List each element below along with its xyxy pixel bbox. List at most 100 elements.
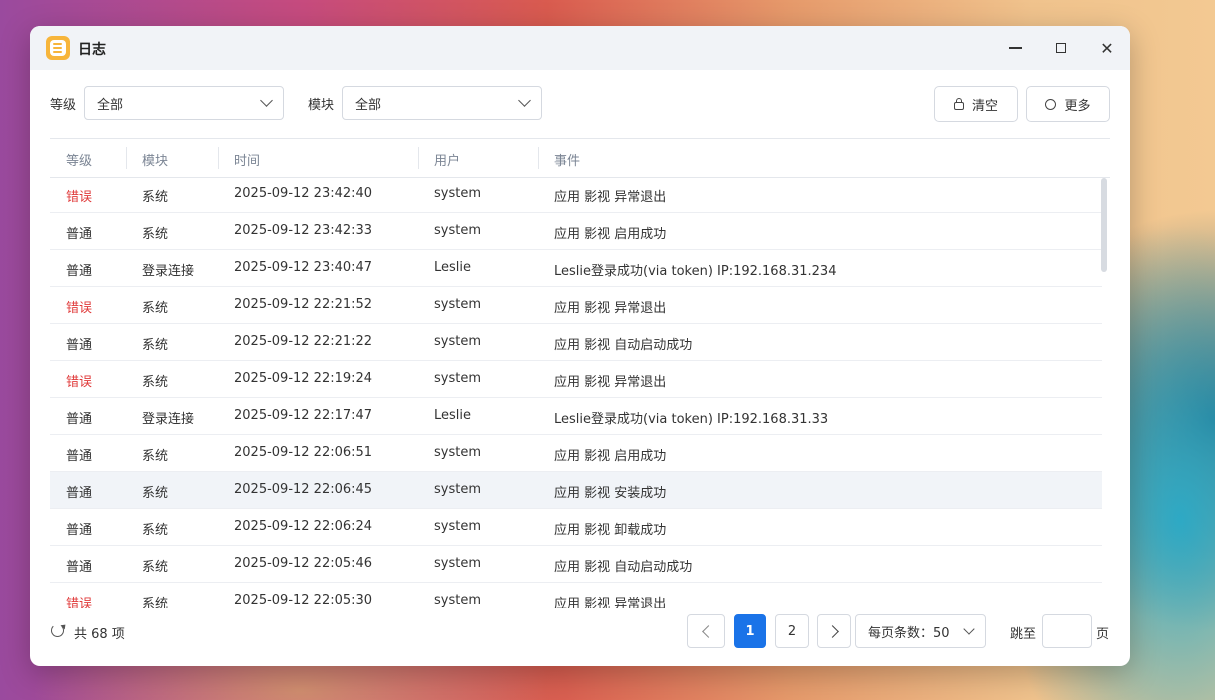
cell-level: 错误 bbox=[66, 190, 93, 205]
pagination-footer: 共 68 项 1 2 每页条数：50 跳至 页 bbox=[30, 612, 1130, 652]
close-icon: ✕ bbox=[1100, 38, 1114, 58]
table-row[interactable]: 普通 系统 2025-09-12 22:06:51 system 应用 影视 启用成功 bbox=[50, 435, 1102, 472]
table-row[interactable]: 错误 系统 2025-09-12 22:05:30 system 应用 影视 异常退出 bbox=[50, 583, 1102, 608]
cell-level: 普通 bbox=[66, 264, 93, 279]
cell-event: 应用 影视 自动启动成功 bbox=[554, 338, 693, 353]
cell-time: 2025-09-12 22:17:47 bbox=[234, 408, 373, 423]
table-row[interactable]: 普通 系统 2025-09-12 22:05:46 system 应用 影视 自动启动成… bbox=[50, 546, 1102, 583]
cell-module: 系统 bbox=[142, 375, 169, 390]
cell-level: 普通 bbox=[66, 412, 93, 427]
cell-level: 错误 bbox=[66, 375, 93, 390]
level-filter-value: 全部 bbox=[97, 97, 124, 113]
table-row[interactable]: 普通 系统 2025-09-12 22:06:24 system 应用 影视 卸载成功 bbox=[50, 509, 1102, 546]
cell-time: 2025-09-12 22:06:45 bbox=[234, 482, 373, 497]
cell-level: 普通 bbox=[66, 338, 93, 353]
cell-time: 2025-09-12 22:21:22 bbox=[234, 334, 373, 349]
cell-time: 2025-09-12 22:06:24 bbox=[234, 519, 373, 534]
level-filter-select[interactable]: 全部 bbox=[84, 86, 284, 120]
title-bar: 日志 ✕ bbox=[30, 26, 1130, 70]
chevron-left-icon bbox=[701, 624, 715, 638]
table-row[interactable]: 错误 系统 2025-09-12 22:19:24 system 应用 影视 异常退出 bbox=[50, 361, 1102, 398]
cell-user: Leslie bbox=[434, 260, 472, 275]
page-button-2[interactable]: 2 bbox=[775, 614, 809, 648]
column-header-level[interactable]: 等级 bbox=[66, 150, 92, 169]
maximize-button[interactable] bbox=[1049, 36, 1073, 60]
cell-level: 错误 bbox=[66, 301, 93, 316]
more-button[interactable]: 更多 bbox=[1026, 86, 1110, 122]
table-row[interactable]: 普通 登录连接 2025-09-12 22:17:47 Leslie Leslie登录成… bbox=[50, 398, 1102, 435]
maximize-icon bbox=[1056, 43, 1066, 53]
jump-label: 跳至 bbox=[1010, 627, 1037, 642]
cell-event: 应用 影视 安装成功 bbox=[554, 486, 667, 501]
cell-level: 普通 bbox=[66, 486, 93, 501]
column-header-event[interactable]: 事件 bbox=[554, 150, 580, 169]
log-window: 日志 ✕ 等级 全部 模块 全部 清空 更多 等级 模块 时间 用户 事件 错误 bbox=[30, 26, 1130, 666]
module-filter-value: 全部 bbox=[355, 97, 382, 113]
cell-module: 系统 bbox=[142, 597, 169, 608]
page-size-value: 每页条数：50 bbox=[868, 625, 950, 641]
cell-module: 登录连接 bbox=[142, 264, 195, 279]
total-count: 共 68 项 bbox=[74, 627, 125, 642]
cell-user: system bbox=[434, 593, 481, 608]
table-row[interactable]: 普通 系统 2025-09-12 23:42:33 system 应用 影视 启用成功 bbox=[50, 213, 1102, 250]
chevron-down-icon bbox=[963, 623, 975, 635]
cell-module: 系统 bbox=[142, 486, 169, 501]
cell-event: 应用 影视 异常退出 bbox=[554, 190, 667, 205]
module-filter-select[interactable]: 全部 bbox=[342, 86, 542, 120]
cell-event: Leslie登录成功(via token) IP:192.168.31.234 bbox=[554, 264, 837, 279]
table-row[interactable]: 普通 登录连接 2025-09-12 23:40:47 Leslie Leslie登录成… bbox=[50, 250, 1102, 287]
cell-event: 应用 影视 异常退出 bbox=[554, 375, 667, 390]
cell-time: 2025-09-12 22:05:46 bbox=[234, 556, 373, 571]
next-page-button[interactable] bbox=[817, 614, 851, 648]
cell-time: 2025-09-12 23:42:33 bbox=[234, 223, 373, 238]
cell-event: 应用 影视 异常退出 bbox=[554, 301, 667, 316]
cell-module: 系统 bbox=[142, 338, 169, 353]
cell-user: system bbox=[434, 334, 481, 349]
cell-user: system bbox=[434, 445, 481, 460]
prev-page-button[interactable] bbox=[687, 614, 725, 648]
circle-icon bbox=[1045, 98, 1057, 110]
cell-event: 应用 影视 异常退出 bbox=[554, 597, 667, 608]
cell-user: system bbox=[434, 519, 481, 534]
table-row[interactable]: 错误 系统 2025-09-12 22:21:52 system 应用 影视 异常退出 bbox=[50, 287, 1102, 324]
cell-time: 2025-09-12 22:19:24 bbox=[234, 371, 373, 386]
cell-time: 2025-09-12 22:05:30 bbox=[234, 593, 373, 608]
lock-icon bbox=[953, 98, 964, 110]
table-row[interactable]: 普通 系统 2025-09-12 22:06:45 system 应用 影视 安装成功 bbox=[50, 472, 1102, 509]
app-log-icon bbox=[46, 36, 70, 60]
cell-event: 应用 影视 启用成功 bbox=[554, 449, 667, 464]
cell-event: 应用 影视 卸载成功 bbox=[554, 523, 667, 538]
refresh-icon[interactable] bbox=[51, 624, 64, 637]
clear-button[interactable]: 清空 bbox=[934, 86, 1018, 122]
page-suffix-label: 页 bbox=[1096, 627, 1110, 642]
log-table: 等级 模块 时间 用户 事件 错误 系统 2025-09-12 23:42:40 sy… bbox=[50, 138, 1110, 608]
chevron-down-icon bbox=[518, 94, 531, 107]
table-body: 错误 系统 2025-09-12 23:42:40 system 应用 影视 异常退出普… bbox=[50, 176, 1102, 608]
cell-module: 登录连接 bbox=[142, 412, 195, 427]
jump-page-input[interactable] bbox=[1042, 614, 1092, 648]
level-filter-label: 等级 bbox=[50, 98, 77, 113]
cell-user: system bbox=[434, 482, 481, 497]
minimize-icon bbox=[1008, 47, 1022, 49]
cell-user: system bbox=[434, 297, 481, 312]
close-button[interactable]: ✕ bbox=[1095, 36, 1119, 60]
cell-module: 系统 bbox=[142, 190, 169, 205]
column-header-user[interactable]: 用户 bbox=[434, 150, 460, 169]
page-button-1[interactable]: 1 bbox=[734, 614, 766, 648]
page-size-select[interactable]: 每页条数：50 bbox=[855, 614, 986, 648]
table-row[interactable]: 错误 系统 2025-09-12 23:42:40 system 应用 影视 异常退出 bbox=[50, 176, 1102, 213]
table-row[interactable]: 普通 系统 2025-09-12 22:21:22 system 应用 影视 自动启动成… bbox=[50, 324, 1102, 361]
cell-time: 2025-09-12 22:06:51 bbox=[234, 445, 373, 460]
cell-event: Leslie登录成功(via token) IP:192.168.31.33 bbox=[554, 412, 829, 427]
cell-module: 系统 bbox=[142, 449, 169, 464]
cell-level: 错误 bbox=[66, 597, 93, 608]
table-header: 等级 模块 时间 用户 事件 bbox=[50, 138, 1110, 178]
cell-user: system bbox=[434, 186, 481, 201]
column-header-time[interactable]: 时间 bbox=[234, 150, 260, 169]
minimize-button[interactable] bbox=[1003, 36, 1027, 60]
chevron-right-icon bbox=[825, 624, 839, 638]
cell-level: 普通 bbox=[66, 560, 93, 575]
column-header-module[interactable]: 模块 bbox=[142, 150, 168, 169]
cell-level: 普通 bbox=[66, 227, 93, 242]
table-scrollbar[interactable] bbox=[1101, 178, 1107, 272]
